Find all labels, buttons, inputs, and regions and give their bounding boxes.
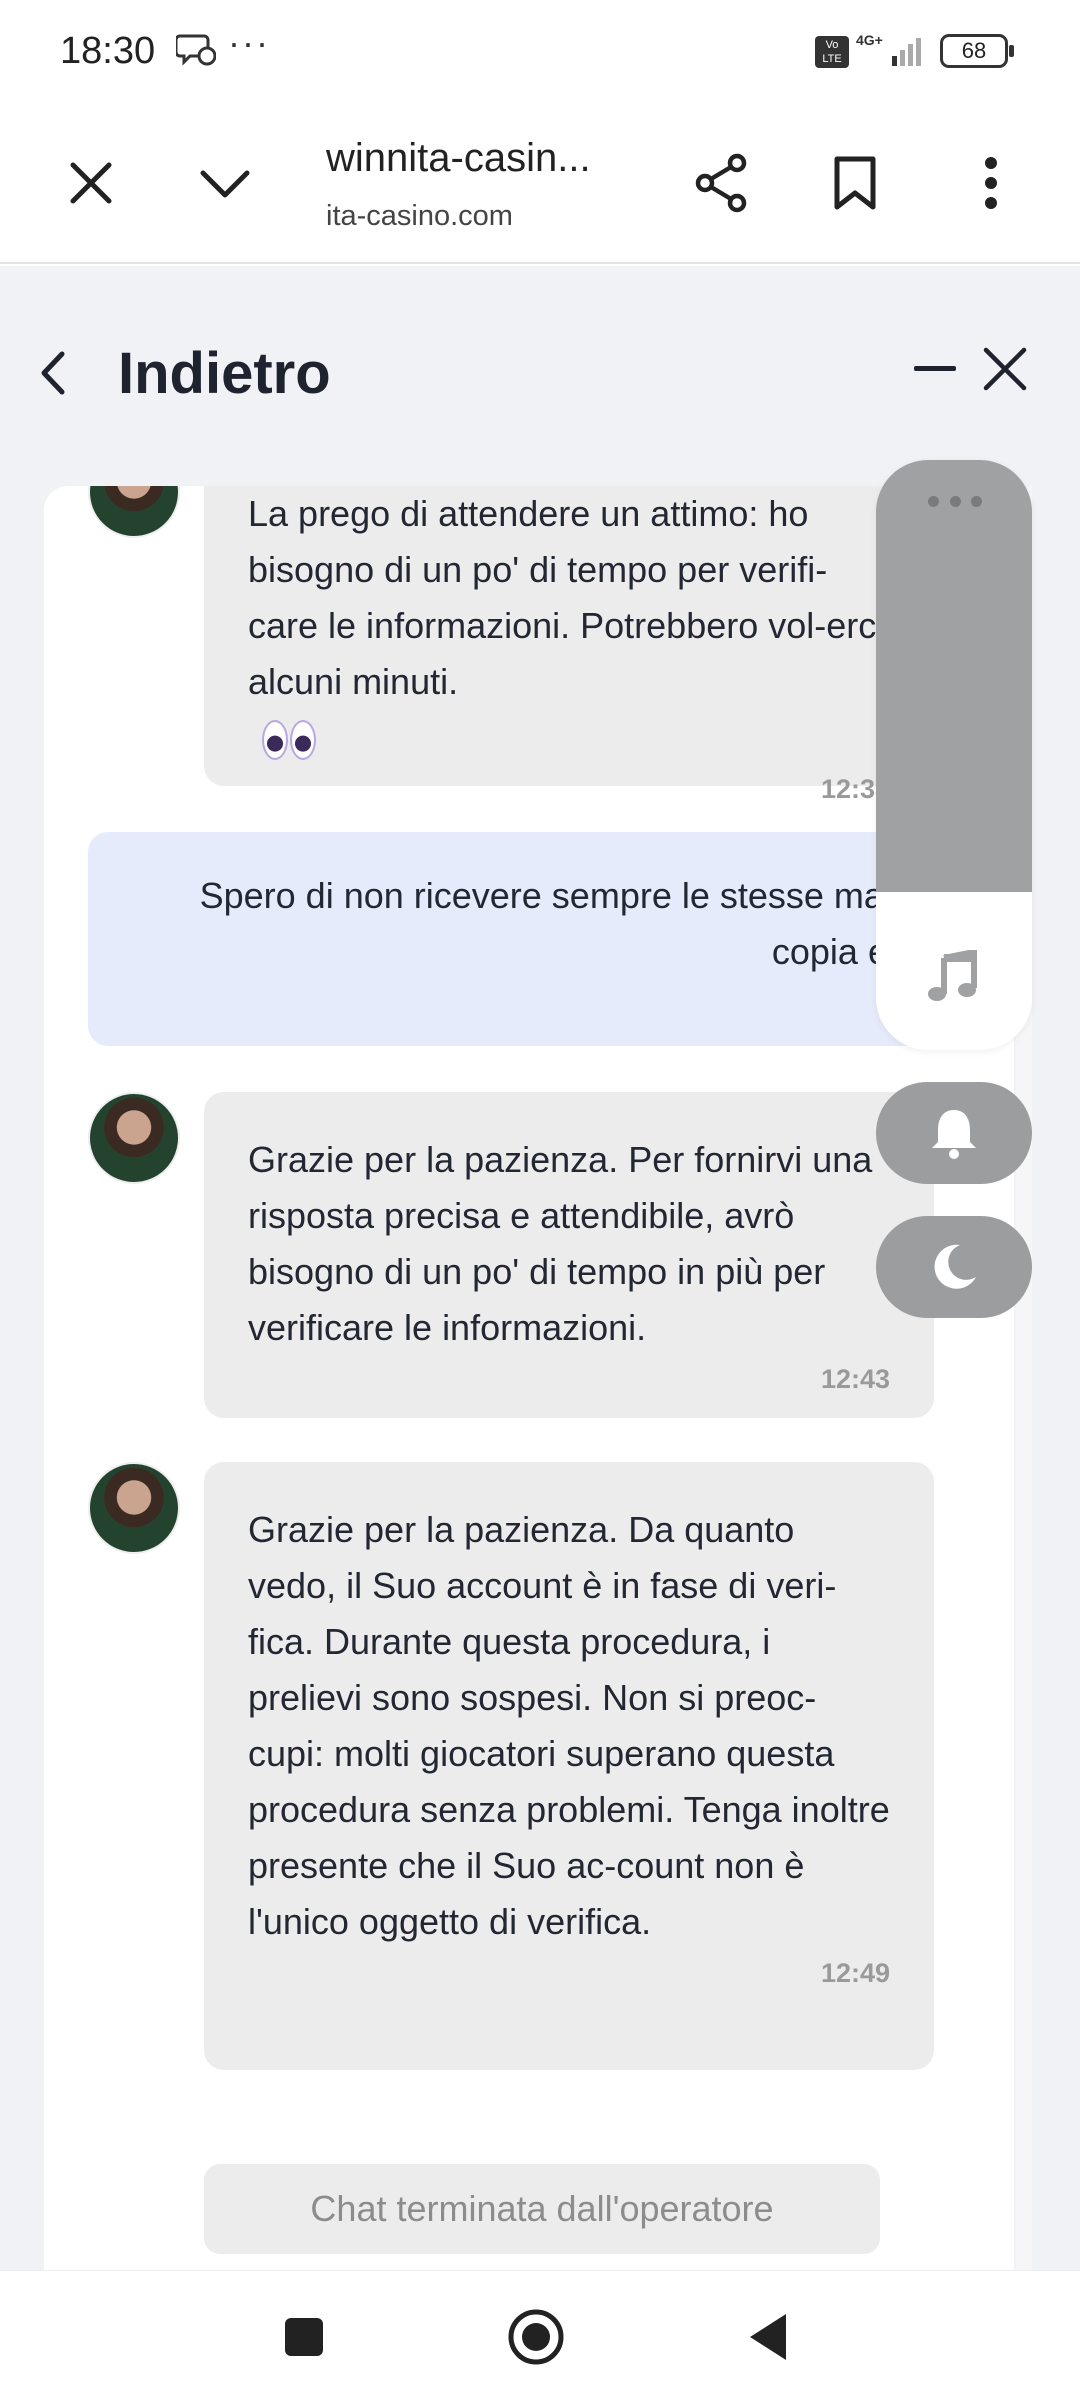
user-message: Spero di non ricevere sempre le stesse m… [88, 832, 988, 1046]
back-triangle-icon[interactable] [738, 2307, 798, 2367]
bell-button[interactable] [876, 1082, 1032, 1184]
floating-panel-header[interactable] [876, 460, 1032, 892]
message-time: 12:38 [820, 774, 890, 804]
more-vert-icon[interactable] [956, 148, 1026, 218]
system-nav-bar [0, 2270, 1080, 2400]
avatar [88, 486, 180, 538]
operator-message: Grazie per la pazienza. Per fornirvi una… [204, 1092, 934, 1418]
signal-icon [892, 38, 921, 66]
floating-panel[interactable] [876, 460, 1032, 1050]
chat-ended-notice: Chat terminata dall'operatore [204, 2164, 880, 2254]
avatar [88, 1092, 180, 1184]
back-button[interactable]: Indietro [118, 340, 331, 407]
recents-square-icon[interactable] [274, 2307, 334, 2367]
status-more: ··· [228, 22, 270, 63]
chat-messages[interactable]: La prego di attendere un attimo: ho biso… [44, 486, 1014, 2270]
operator-message: Grazie per la pazienza. Da quanto vedo, … [204, 1462, 934, 2070]
bookmark-icon[interactable] [820, 148, 890, 218]
share-icon[interactable] [686, 148, 756, 218]
close-chat-icon[interactable] [980, 344, 1030, 394]
message-text: Grazie per la pazienza. Per fornirvi una… [248, 1139, 873, 1348]
status-time: 18:30 [60, 30, 156, 72]
status-bar: 18:30 ··· Vo LTE 4G+ 68 [0, 0, 1080, 100]
minimize-icon [914, 366, 956, 371]
home-circle-icon[interactable] [506, 2307, 566, 2367]
page-url[interactable]: ita-casino.com [326, 200, 513, 233]
message-text: La prego di attendere un attimo: ho biso… [248, 493, 885, 702]
music-note-icon[interactable] [926, 950, 980, 1004]
operator-message: La prego di attendere un attimo: ho biso… [204, 486, 934, 804]
back-chevron-icon[interactable] [34, 348, 74, 398]
minimize-button[interactable] [914, 366, 956, 372]
night-mode-button[interactable] [876, 1216, 1032, 1318]
avatar [88, 1462, 180, 1554]
chevron-down-icon[interactable] [190, 148, 260, 218]
page-content: Indietro La prego di attendere un attimo… [0, 266, 1080, 2270]
more-dots-icon[interactable] [928, 496, 982, 510]
volte-icon: Vo LTE [815, 36, 849, 68]
eyes-emoji-icon [260, 718, 320, 762]
message-time: 12:43 [820, 1364, 890, 1394]
page-title[interactable]: winnita-casin... [326, 136, 591, 181]
chat-notification-icon [176, 34, 216, 66]
message-text: Grazie per la pazienza. Da quanto vedo, … [248, 1509, 890, 1942]
message-time: 12:49 [820, 1958, 890, 1988]
bell-icon [932, 1110, 976, 1159]
moon-icon [934, 1244, 976, 1289]
close-icon[interactable] [56, 148, 126, 218]
battery-icon: 68 [940, 34, 1014, 68]
chat-header: Indietro [0, 266, 1080, 456]
browser-toolbar: winnita-casin... ita-casino.com [0, 100, 1080, 264]
message-text: Spero di non ricevere sempre le stesse m… [199, 875, 944, 972]
